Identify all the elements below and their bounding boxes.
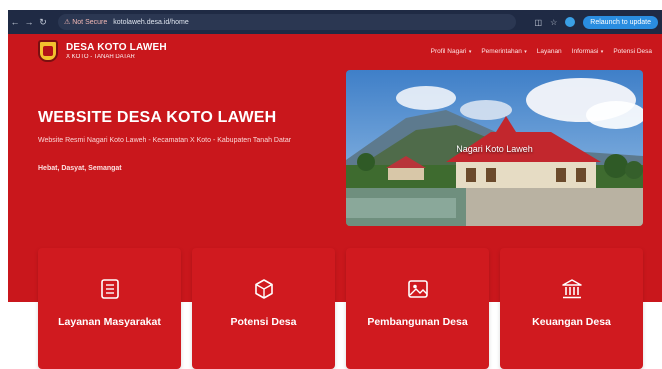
menu-item-potensi-desa[interactable]: Potensi Desa <box>613 48 652 55</box>
card-label: Potensi Desa <box>230 316 297 328</box>
feature-cards: Layanan Masyarakat Potensi Desa Pembangu… <box>38 248 643 369</box>
url-text: kotolaweh.desa.id/home <box>113 18 189 26</box>
card-label: Layanan Masyarakat <box>58 316 161 328</box>
main-menu: Profil Nagari ▾ Pemerintahan ▾ Layanan I… <box>431 48 652 55</box>
card-label: Pembangunan Desa <box>367 316 468 328</box>
chevron-down-icon: ▾ <box>599 48 604 55</box>
menu-item-informasi[interactable]: Informasi ▾ <box>572 48 604 55</box>
browser-toolbar: ← → ↻ ⚠ Not Secure kotolaweh.desa.id/hom… <box>8 10 662 34</box>
not-secure-warning-icon[interactable]: ⚠ Not Secure <box>64 18 107 26</box>
menu-item-profil-nagari[interactable]: Profil Nagari ▾ <box>431 48 472 55</box>
card-pembangunan-desa[interactable]: Pembangunan Desa <box>346 248 489 369</box>
forward-arrow-icon[interactable]: → <box>22 17 36 27</box>
bank-icon <box>561 279 582 299</box>
site-subtitle: X KOTO - TANAH DATAR <box>66 54 135 60</box>
document-list-icon <box>100 279 119 299</box>
profile-avatar-icon[interactable] <box>565 17 576 27</box>
cube-icon <box>254 279 273 299</box>
site-title: DESA KOTO LAWEH <box>66 42 167 53</box>
card-potensi-desa[interactable]: Potensi Desa <box>192 248 335 369</box>
bookmark-star-icon[interactable]: ☆ <box>550 18 557 27</box>
image-icon <box>407 280 428 298</box>
chevron-down-icon: ▾ <box>522 48 527 55</box>
card-label: Keuangan Desa <box>532 316 611 328</box>
chevron-down-icon: ▾ <box>467 48 472 55</box>
hero-photo: Nagari Koto Laweh <box>346 70 643 226</box>
reload-icon[interactable]: ↻ <box>36 17 50 28</box>
address-bar[interactable]: ⚠ Not Secure kotolaweh.desa.id/home <box>58 14 516 30</box>
card-layanan-masyarakat[interactable]: Layanan Masyarakat <box>38 248 181 369</box>
village-logo-icon[interactable] <box>38 40 58 62</box>
hero-title: WEBSITE DESA KOTO LAWEH <box>38 109 277 126</box>
hero-description: Website Resmi Nagari Koto Laweh - Kecama… <box>38 137 292 144</box>
translate-icon[interactable]: ◫ <box>535 18 543 27</box>
website: DESA KOTO LAWEH X KOTO - TANAH DATAR Pro… <box>8 34 662 369</box>
menu-item-pemerintahan[interactable]: Pemerintahan ▾ <box>481 48 526 55</box>
security-label: Not Secure <box>72 19 108 26</box>
site-navbar: DESA KOTO LAWEH X KOTO - TANAH DATAR Pro… <box>8 34 662 68</box>
card-keuangan-desa[interactable]: Keuangan Desa <box>500 248 643 369</box>
brand[interactable]: DESA KOTO LAWEH X KOTO - TANAH DATAR <box>66 42 167 60</box>
menu-item-layanan[interactable]: Layanan <box>537 48 562 55</box>
photo-caption: Nagari Koto Laweh <box>456 144 533 154</box>
relaunch-button[interactable]: Relaunch to update <box>583 15 658 29</box>
back-arrow-icon[interactable]: ← <box>8 17 22 27</box>
hero-tagline: Hebat, Dasyat, Semangat <box>38 165 122 172</box>
